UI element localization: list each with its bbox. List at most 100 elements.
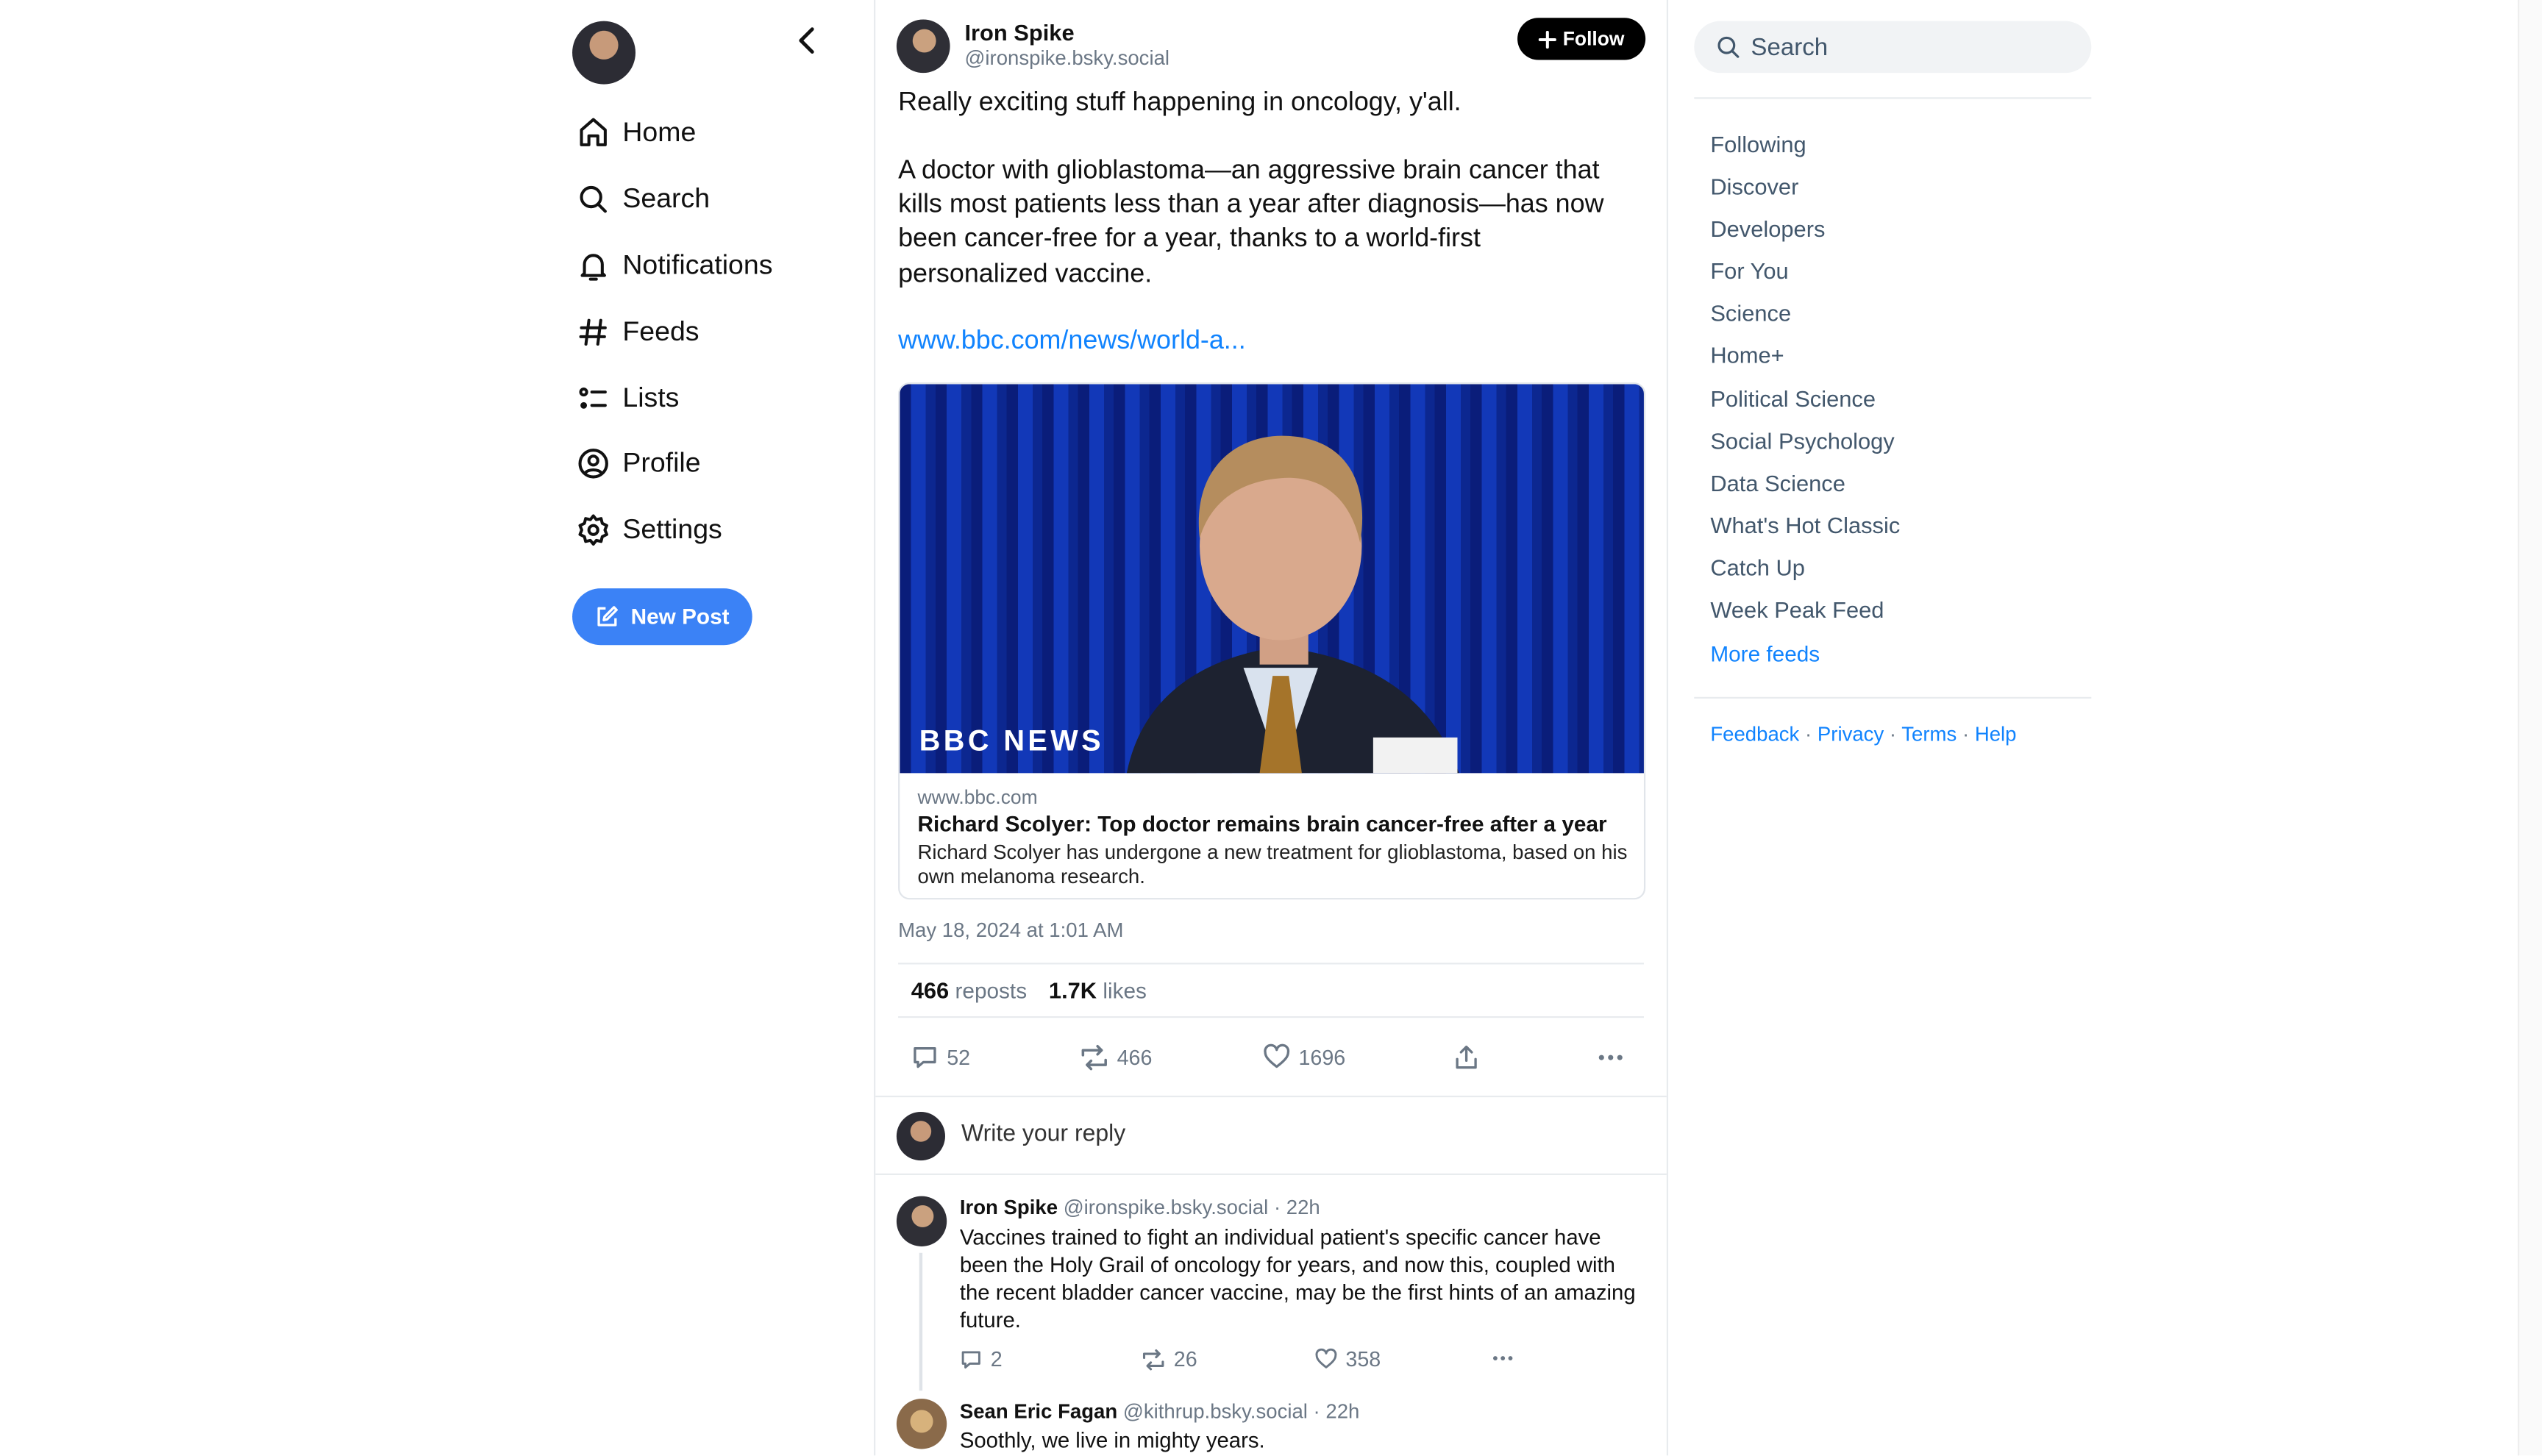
footer-separator: · <box>1889 723 1897 746</box>
reply-meta[interactable]: @kithrup.bsky.social · 22h <box>1123 1400 1359 1423</box>
feed-link-developers[interactable]: Developers <box>1710 215 1825 241</box>
link-card-title: Richard Scolyer: Top doctor remains brai… <box>917 812 1607 837</box>
repost-icon <box>1142 1348 1166 1371</box>
follow-button[interactable]: Follow <box>1517 18 1646 60</box>
footer-separator: · <box>1805 723 1812 746</box>
nav-search-label: Search <box>622 183 711 214</box>
compose-icon <box>595 604 619 629</box>
reply-more-options-button[interactable] <box>1490 1347 1524 1370</box>
composer-avatar <box>896 1112 945 1161</box>
footer-privacy-link[interactable]: Privacy <box>1818 723 1884 746</box>
ellipsis-icon <box>1490 1347 1516 1370</box>
nav-settings-label: Settings <box>622 513 722 545</box>
repost-icon <box>1080 1043 1109 1071</box>
bell-icon <box>575 248 610 283</box>
reply-count: 52 <box>947 1045 971 1070</box>
user-circle-icon <box>575 446 610 481</box>
nav-profile[interactable]: Profile <box>572 439 701 488</box>
divider <box>1694 97 2092 99</box>
divider <box>898 963 1644 965</box>
home-icon <box>575 115 610 150</box>
reposts-label: reposts <box>955 979 1028 1004</box>
likes-count[interactable]: 1.7K <box>1049 977 1097 1003</box>
reply-header: Sean Eric Fagan @kithrup.bsky.social · 2… <box>960 1400 1360 1423</box>
feed-link-home-plus[interactable]: Home+ <box>1710 342 1784 368</box>
reply-bubble-icon <box>960 1348 983 1371</box>
reply-repost-button[interactable]: 26 <box>1142 1347 1197 1371</box>
post-link[interactable]: www.bbc.com/news/world-a... <box>898 326 1246 357</box>
divider <box>898 1016 1644 1018</box>
reply-author-avatar[interactable] <box>896 1399 947 1449</box>
search-input[interactable]: Search <box>1694 21 2092 74</box>
repost-button[interactable]: 466 <box>1080 1043 1153 1071</box>
nav-feeds[interactable]: Feeds <box>572 308 699 357</box>
feed-link-for-you[interactable]: For You <box>1710 257 1788 283</box>
main-column-right-border <box>1666 0 1669 1456</box>
search-placeholder: Search <box>1751 33 1829 61</box>
reply-reply-button[interactable]: 2 <box>960 1347 1003 1371</box>
link-card-image: BBC NEWS <box>900 384 1644 774</box>
my-avatar[interactable] <box>572 21 636 85</box>
reply-reply-count: 2 <box>990 1346 1003 1371</box>
feed-link-week-peak-feed[interactable]: Week Peak Feed <box>1710 596 1884 622</box>
post-author-avatar[interactable] <box>896 19 950 74</box>
post-author-handle[interactable]: @ironspike.bsky.social <box>964 47 1169 70</box>
reply-header: Iron Spike @ironspike.bsky.social · 22h <box>960 1196 1320 1219</box>
feed-link-science[interactable]: Science <box>1710 300 1791 326</box>
plus-icon <box>1538 29 1556 49</box>
feed-link-social-psychology[interactable]: Social Psychology <box>1710 428 1894 454</box>
repost-count: 466 <box>1117 1045 1153 1070</box>
feed-link-catch-up[interactable]: Catch Up <box>1710 554 1805 580</box>
nav-home-label: Home <box>622 116 697 148</box>
footer-terms-link[interactable]: Terms <box>1901 723 1957 746</box>
more-feeds-link[interactable]: More feeds <box>1710 642 1820 666</box>
reply-button[interactable]: 52 <box>911 1043 970 1071</box>
post-author-name[interactable]: Iron Spike <box>964 19 1074 45</box>
reply-like-button[interactable]: 358 <box>1315 1347 1381 1371</box>
nav-lists[interactable]: Lists <box>572 374 679 423</box>
reply-text: Vaccines trained to fight an individual … <box>959 1225 1636 1332</box>
scrollbar-track[interactable] <box>2517 0 2542 1456</box>
feed-link-political-science[interactable]: Political Science <box>1710 386 1876 412</box>
share-icon <box>1453 1043 1480 1071</box>
feed-link-discover[interactable]: Discover <box>1710 174 1798 199</box>
footer-help-link[interactable]: Help <box>1975 723 2017 746</box>
more-options-button[interactable] <box>1597 1043 1632 1071</box>
back-chevron-icon[interactable] <box>791 24 824 57</box>
feed-link-whats-hot-classic[interactable]: What's Hot Classic <box>1710 512 1900 538</box>
post-stats: 466 reposts 1.7K likes <box>911 977 1147 1003</box>
follow-label: Follow <box>1562 27 1625 51</box>
reply-author-name[interactable]: Iron Spike <box>960 1196 1058 1219</box>
link-card[interactable]: BBC NEWS www.bbc.com Richard Scolyer: To… <box>898 382 1646 900</box>
bbc-news-watermark: BBC NEWS <box>919 724 1104 757</box>
reply-bubble-icon <box>911 1043 939 1071</box>
footer-feedback-link[interactable]: Feedback <box>1710 723 1799 746</box>
nav-search[interactable]: Search <box>572 175 710 224</box>
divider <box>875 1173 1667 1175</box>
main-column-left-border <box>874 0 876 1456</box>
nav-lists-label: Lists <box>622 382 680 414</box>
footer-separator: · <box>1962 723 1970 746</box>
share-button[interactable] <box>1453 1043 1488 1071</box>
nav-notifications[interactable]: Notifications <box>572 241 772 290</box>
nav-home[interactable]: Home <box>572 109 696 157</box>
reposts-count[interactable]: 466 <box>911 977 949 1003</box>
like-button[interactable]: 1696 <box>1263 1043 1345 1069</box>
feed-link-following[interactable]: Following <box>1710 132 1806 157</box>
new-post-label: New Post <box>630 604 730 629</box>
reply-author-name[interactable]: Sean Eric Fagan <box>960 1400 1117 1423</box>
hash-icon <box>575 315 610 350</box>
list-icon <box>575 381 610 416</box>
ellipsis-icon <box>1597 1043 1624 1071</box>
reply-author-avatar[interactable] <box>896 1196 947 1246</box>
reply-meta[interactable]: @ironspike.bsky.social · 22h <box>1064 1196 1320 1219</box>
nav-feeds-label: Feeds <box>622 315 699 347</box>
feed-link-data-science[interactable]: Data Science <box>1710 470 1845 496</box>
likes-label: likes <box>1103 979 1147 1004</box>
nav-settings[interactable]: Settings <box>572 506 722 554</box>
new-post-button[interactable]: New Post <box>572 588 752 646</box>
reply-input[interactable]: Write your reply <box>961 1121 1626 1147</box>
footer-links: Feedback · Privacy · Terms · Help <box>1710 723 2016 746</box>
link-card-domain: www.bbc.com <box>917 785 1038 809</box>
heart-icon <box>1263 1043 1290 1069</box>
